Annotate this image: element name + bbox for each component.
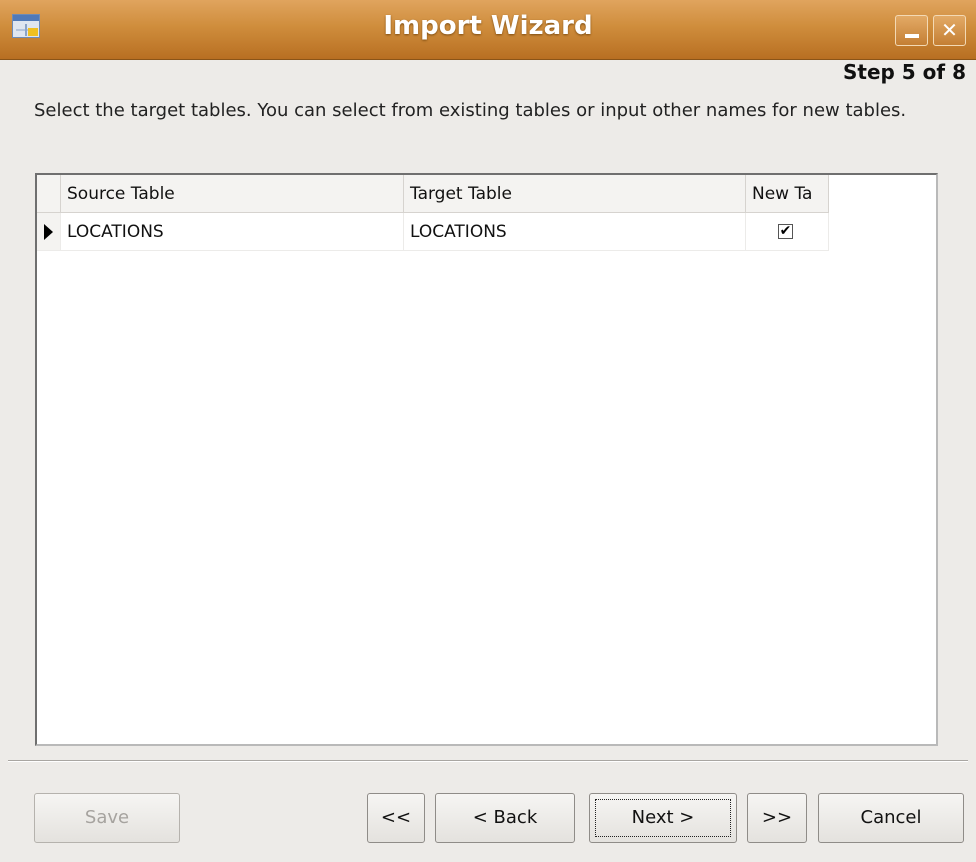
new-table-checkbox[interactable]: ✔ (778, 224, 793, 239)
minimize-button[interactable] (895, 15, 928, 46)
title-bar[interactable]: Import Wizard ✕ (0, 0, 976, 60)
first-step-button[interactable]: << (367, 793, 425, 843)
column-header-target-table[interactable]: Target Table (404, 175, 746, 213)
next-button[interactable]: Next > (589, 793, 737, 843)
save-button[interactable]: Save (34, 793, 180, 843)
close-button[interactable]: ✕ (933, 15, 966, 46)
source-table-cell[interactable]: LOCATIONS (61, 213, 404, 251)
minimize-icon (905, 34, 919, 38)
window-title: Import Wizard (383, 11, 593, 41)
row-header-corner (37, 175, 61, 213)
cancel-button[interactable]: Cancel (818, 793, 964, 843)
new-table-cell[interactable]: ✔ (746, 213, 829, 251)
target-table-cell[interactable]: LOCATIONS (404, 213, 746, 251)
button-separator (8, 760, 968, 762)
last-step-button[interactable]: >> (747, 793, 807, 843)
table-mapping-grid[interactable]: Source Table Target Table New Ta LOCATIO… (35, 173, 938, 746)
current-row-arrow-icon (44, 224, 53, 240)
column-header-source-table[interactable]: Source Table (61, 175, 404, 213)
row-selector[interactable] (37, 213, 61, 251)
column-header-new-table[interactable]: New Ta (746, 175, 829, 213)
table-row[interactable]: LOCATIONS LOCATIONS ✔ (37, 213, 829, 251)
step-indicator: Step 5 of 8 (842, 60, 966, 84)
close-icon: ✕ (941, 18, 958, 42)
grid-header-row: Source Table Target Table New Ta (37, 175, 829, 213)
back-button[interactable]: < Back (435, 793, 575, 843)
instructions-text: Select the target tables. You can select… (34, 100, 907, 121)
